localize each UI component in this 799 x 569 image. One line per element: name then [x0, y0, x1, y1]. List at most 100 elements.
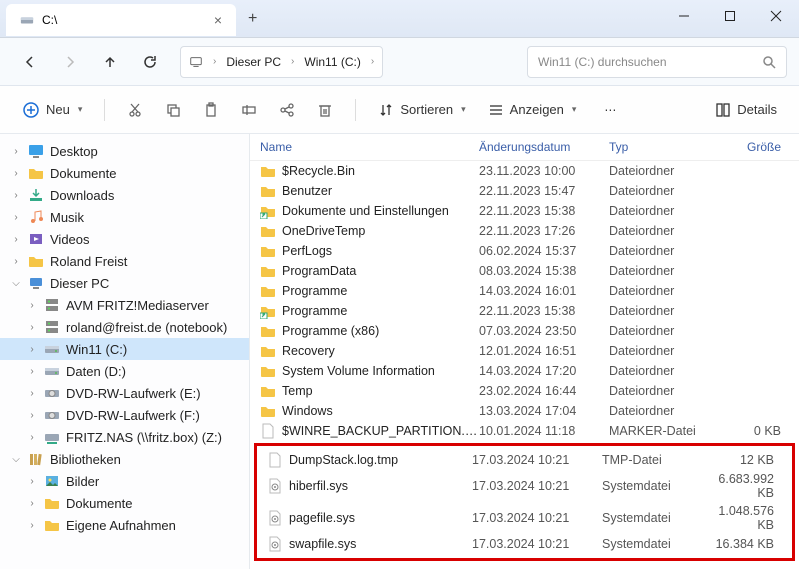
- table-row[interactable]: Recovery12.01.2024 16:51Dateiordner: [250, 341, 799, 361]
- share-button[interactable]: [271, 96, 303, 124]
- col-date[interactable]: Änderungsdatum: [479, 140, 609, 154]
- sidebar-item[interactable]: ›Dokumente: [0, 492, 249, 514]
- breadcrumb-item[interactable]: Dieser PC: [226, 55, 281, 69]
- sidebar-item[interactable]: ›roland@freist.de (notebook): [0, 316, 249, 338]
- twist-icon[interactable]: ›: [26, 520, 38, 531]
- breadcrumb[interactable]: › Dieser PC › Win11 (C:) ›: [180, 46, 383, 78]
- rename-button[interactable]: [233, 96, 265, 124]
- sidebar-item[interactable]: ›Win11 (C:): [0, 338, 249, 360]
- twist-icon[interactable]: ›: [10, 212, 22, 223]
- sidebar-item-label: Musik: [50, 210, 84, 225]
- file-list[interactable]: Name Änderungsdatum Typ Größe $Recycle.B…: [250, 134, 799, 569]
- maximize-button[interactable]: [707, 0, 753, 32]
- sidebar-item[interactable]: ›Desktop: [0, 140, 249, 162]
- new-tab-button[interactable]: +: [236, 0, 269, 38]
- sidebar-item[interactable]: ›Bilder: [0, 470, 249, 492]
- twist-icon[interactable]: ›: [26, 300, 38, 311]
- twist-icon[interactable]: ›: [26, 366, 38, 377]
- twist-icon[interactable]: ⌵: [10, 454, 22, 465]
- folder-icon: [260, 263, 276, 279]
- sidebar-item[interactable]: › Musik: [0, 206, 249, 228]
- delete-button[interactable]: [309, 96, 341, 124]
- table-row[interactable]: Windows13.03.2024 17:04Dateiordner: [250, 401, 799, 421]
- more-button[interactable]: ⋯: [596, 97, 624, 123]
- file-date: 22.11.2023 15:38: [479, 304, 609, 318]
- sidebar-item[interactable]: ›Dokumente: [0, 162, 249, 184]
- table-row[interactable]: PerfLogs06.02.2024 15:37Dateiordner: [250, 241, 799, 261]
- back-button[interactable]: [12, 44, 48, 80]
- new-label: Neu: [46, 102, 70, 117]
- twist-icon[interactable]: ›: [26, 432, 38, 443]
- table-row[interactable]: OneDriveTemp22.11.2023 17:26Dateiordner: [250, 221, 799, 241]
- twist-icon[interactable]: ›: [10, 234, 22, 245]
- twist-icon[interactable]: ›: [26, 476, 38, 487]
- sidebar-item[interactable]: ›Roland Freist: [0, 250, 249, 272]
- table-row[interactable]: $WINRE_BACKUP_PARTITION.MARKER10.01.2024…: [250, 421, 799, 441]
- file-date: 23.02.2024 16:44: [479, 384, 609, 398]
- column-headers[interactable]: Name Änderungsdatum Typ Größe: [250, 134, 799, 161]
- file-size: 0 KB: [709, 424, 789, 438]
- twist-icon[interactable]: ›: [10, 256, 22, 267]
- file-name: DumpStack.log.tmp: [289, 453, 472, 467]
- cut-button[interactable]: [119, 96, 151, 124]
- chevron-right-icon[interactable]: ›: [371, 56, 374, 67]
- close-button[interactable]: [753, 0, 799, 32]
- twist-icon[interactable]: ⌵: [10, 278, 22, 289]
- twist-icon[interactable]: ›: [10, 190, 22, 201]
- table-row[interactable]: System Volume Information14.03.2024 17:2…: [250, 361, 799, 381]
- sidebar-item[interactable]: ›Videos: [0, 228, 249, 250]
- sort-button[interactable]: Sortieren ▾: [370, 96, 473, 124]
- up-button[interactable]: [92, 44, 128, 80]
- sidebar-item[interactable]: ›FRITZ.NAS (\\fritz.box) (Z:): [0, 426, 249, 448]
- twist-icon[interactable]: ›: [26, 388, 38, 399]
- twist-icon[interactable]: ›: [26, 322, 38, 333]
- close-tab-icon[interactable]: ×: [214, 12, 222, 28]
- table-row[interactable]: Benutzer22.11.2023 15:47Dateiordner: [250, 181, 799, 201]
- table-row[interactable]: pagefile.sys17.03.2024 10:21Systemdatei1…: [257, 502, 792, 534]
- sidebar-item[interactable]: ⌵ Bibliotheken: [0, 448, 249, 470]
- twist-icon[interactable]: ›: [10, 168, 22, 179]
- table-row[interactable]: ProgramData08.03.2024 15:38Dateiordner: [250, 261, 799, 281]
- forward-button[interactable]: [52, 44, 88, 80]
- new-button[interactable]: Neu ▾: [14, 95, 90, 125]
- sidebar-item[interactable]: ›Daten (D:): [0, 360, 249, 382]
- chevron-right-icon[interactable]: ›: [291, 56, 294, 67]
- sidebar-item[interactable]: ›Eigene Aufnahmen: [0, 514, 249, 536]
- folder-icon: [28, 165, 44, 181]
- sidebar[interactable]: ›Desktop›Dokumente›Downloads›Musik›Video…: [0, 134, 250, 569]
- details-button[interactable]: Details: [707, 96, 785, 124]
- table-row[interactable]: DumpStack.log.tmp17.03.2024 10:21TMP-Dat…: [257, 450, 792, 470]
- twist-icon[interactable]: ›: [26, 344, 38, 355]
- table-row[interactable]: hiberfil.sys17.03.2024 10:21Systemdatei6…: [257, 470, 792, 502]
- table-row[interactable]: Programme22.11.2023 15:38Dateiordner: [250, 301, 799, 321]
- sidebar-item[interactable]: ⌵Dieser PC: [0, 272, 249, 294]
- col-size[interactable]: Größe: [709, 140, 789, 154]
- twist-icon[interactable]: ›: [26, 410, 38, 421]
- minimize-button[interactable]: [661, 0, 707, 32]
- table-row[interactable]: swapfile.sys17.03.2024 10:21Systemdatei1…: [257, 534, 792, 554]
- paste-button[interactable]: [195, 96, 227, 124]
- col-name[interactable]: Name: [260, 140, 479, 154]
- search-input[interactable]: Win11 (C:) durchsuchen: [527, 46, 787, 78]
- tab[interactable]: C:\ ×: [6, 4, 236, 36]
- col-type[interactable]: Typ: [609, 140, 709, 154]
- sidebar-item-label: Bibliotheken: [50, 452, 121, 467]
- twist-icon[interactable]: ›: [10, 146, 22, 157]
- table-row[interactable]: Programme14.03.2024 16:01Dateiordner: [250, 281, 799, 301]
- table-row[interactable]: $Recycle.Bin23.11.2023 10:00Dateiordner: [250, 161, 799, 181]
- sidebar-item[interactable]: ›AVM FRITZ!Mediaserver: [0, 294, 249, 316]
- table-row[interactable]: Programme (x86)07.03.2024 23:50Dateiordn…: [250, 321, 799, 341]
- table-row[interactable]: Temp23.02.2024 16:44Dateiordner: [250, 381, 799, 401]
- table-row[interactable]: Dokumente und Einstellungen22.11.2023 15…: [250, 201, 799, 221]
- twist-icon[interactable]: ›: [26, 498, 38, 509]
- breadcrumb-item[interactable]: Win11 (C:): [304, 55, 360, 69]
- copy-button[interactable]: [157, 96, 189, 124]
- file-name: Recovery: [282, 344, 479, 358]
- chevron-right-icon[interactable]: ›: [213, 56, 216, 67]
- file-type: Systemdatei: [602, 479, 702, 493]
- sidebar-item[interactable]: ›DVD-RW-Laufwerk (E:): [0, 382, 249, 404]
- sidebar-item[interactable]: ›Downloads: [0, 184, 249, 206]
- refresh-button[interactable]: [132, 44, 168, 80]
- view-button[interactable]: Anzeigen ▾: [480, 96, 585, 124]
- sidebar-item[interactable]: ›DVD-RW-Laufwerk (F:): [0, 404, 249, 426]
